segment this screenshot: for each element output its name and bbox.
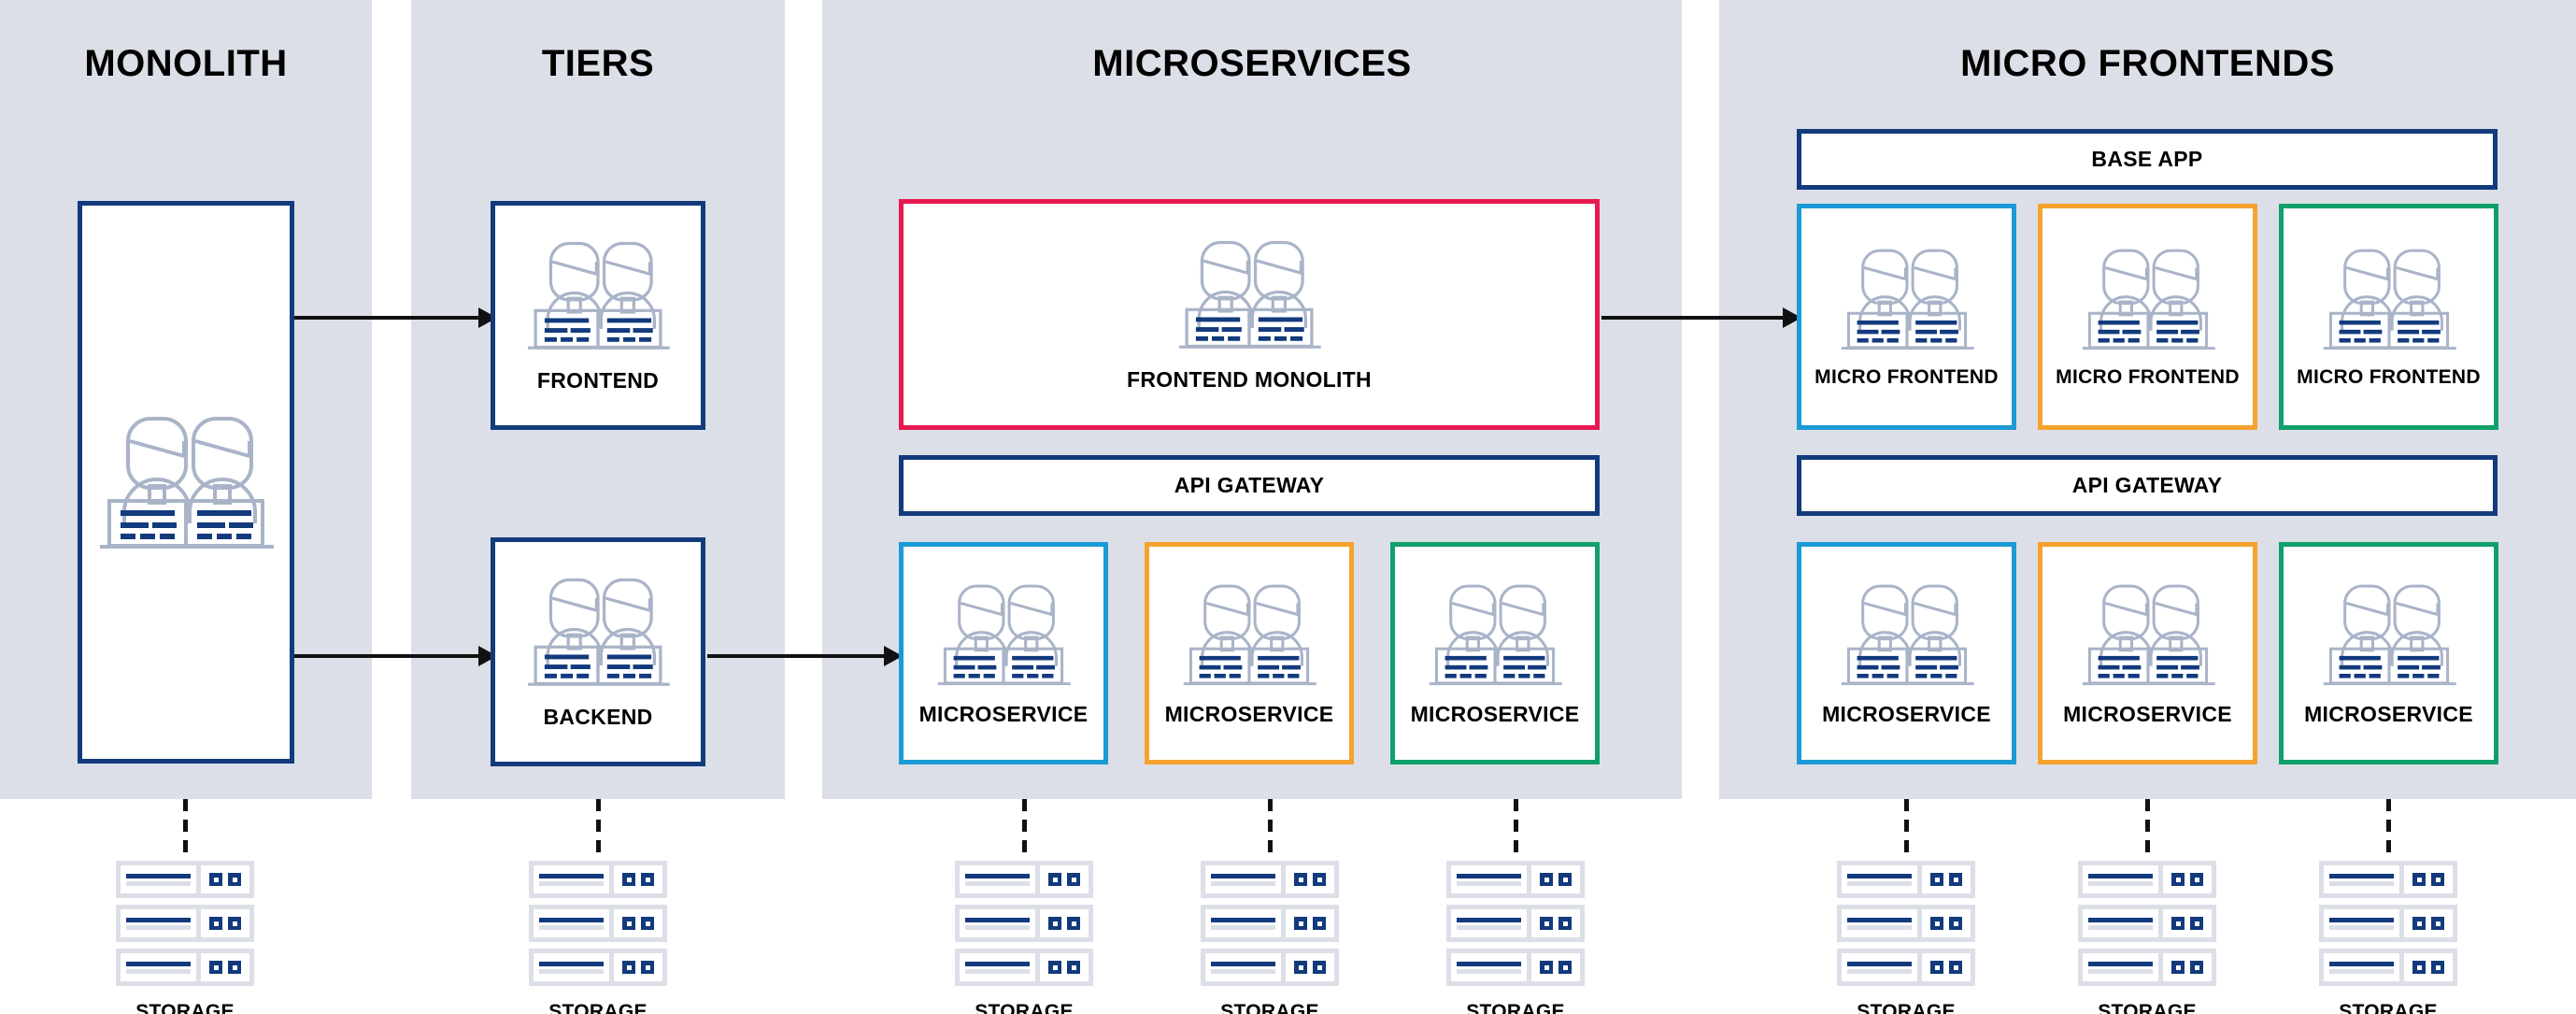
storage-microservice-1: STORAGE	[935, 799, 1113, 1014]
microservice-label: MICROSERVICE	[2063, 701, 2232, 726]
micro-frontend-box-3[interactable]: MICRO FRONTEND	[2279, 204, 2498, 430]
api-gateway-microservices[interactable]: API GATEWAY	[899, 455, 1600, 516]
people-at-desk-icon	[2078, 245, 2218, 353]
storage-label: STORAGE	[975, 1001, 1074, 1014]
people-at-desk-icon	[1837, 580, 1977, 689]
mf-microservice-box-2[interactable]: MICROSERVICE	[2038, 542, 2257, 764]
arrow-right-icon	[707, 654, 901, 658]
micro-frontend-label: MICRO FRONTEND	[1815, 366, 1999, 388]
storage-label: STORAGE	[2098, 1001, 2197, 1014]
micro-frontend-label: MICRO FRONTEND	[2056, 366, 2240, 388]
arrow-right-icon	[294, 654, 495, 658]
frontend-monolith-box[interactable]: FRONTEND MONOLITH	[899, 199, 1600, 430]
server-rack-icon	[2319, 861, 2457, 986]
api-gateway-label: API GATEWAY	[2071, 473, 2223, 497]
people-at-desk-icon	[2078, 580, 2218, 689]
storage-microservice-3: STORAGE	[1427, 799, 1604, 1014]
people-at-desk-icon	[1179, 580, 1319, 689]
people-at-desk-icon	[2319, 580, 2459, 689]
server-rack-icon	[1446, 861, 1585, 986]
dashed-connector-icon	[1021, 799, 1027, 855]
dashed-connector-icon	[2385, 799, 2391, 855]
server-rack-icon	[1201, 861, 1339, 986]
monolith-box[interactable]	[78, 201, 294, 764]
storage-label: STORAGE	[1857, 1001, 1956, 1014]
people-at-desk-icon	[1174, 236, 1324, 352]
dashed-connector-icon	[595, 799, 601, 855]
storage-microservice-2: STORAGE	[1181, 799, 1359, 1014]
dashed-connector-icon	[1513, 799, 1518, 855]
arrow-right-icon	[294, 316, 495, 320]
dashed-connector-icon	[1903, 799, 1909, 855]
section-title-monolith: MONOLITH	[84, 43, 288, 84]
tiers-frontend-label: FRONTEND	[536, 368, 660, 393]
microservice-label: MICROSERVICE	[918, 701, 1089, 726]
people-at-desk-icon	[2319, 245, 2459, 353]
microservice-box-2[interactable]: MICROSERVICE	[1145, 542, 1354, 764]
server-rack-icon	[2078, 861, 2216, 986]
storage-label: STORAGE	[135, 1001, 235, 1014]
storage-monolith: STORAGE	[96, 799, 274, 1014]
people-at-desk-icon	[1425, 580, 1565, 689]
section-title-microfrontends: MICRO FRONTENDS	[1960, 43, 2335, 84]
base-app-bar[interactable]: BASE APP	[1797, 129, 2498, 190]
storage-mf-1: STORAGE	[1817, 799, 1995, 1014]
microservice-label: MICROSERVICE	[1822, 701, 1991, 726]
frontend-monolith-label: FRONTEND MONOLITH	[1127, 367, 1372, 392]
tiers-frontend-box[interactable]: FRONTEND	[491, 201, 705, 430]
dashed-connector-icon	[1267, 799, 1273, 855]
people-at-desk-icon	[523, 237, 673, 353]
tiers-backend-box[interactable]: BACKEND	[491, 537, 705, 766]
mf-microservice-box-3[interactable]: MICROSERVICE	[2279, 542, 2498, 764]
server-rack-icon	[1837, 861, 1975, 986]
storage-label: STORAGE	[1220, 1001, 1319, 1014]
mf-microservice-box-1[interactable]: MICROSERVICE	[1797, 542, 2016, 764]
base-app-label: BASE APP	[2091, 147, 2203, 171]
api-gateway-microfrontends[interactable]: API GATEWAY	[1797, 455, 2498, 516]
section-title-tiers: TIERS	[541, 43, 655, 84]
people-at-desk-icon	[94, 411, 278, 553]
section-title-microservices: MICROSERVICES	[1092, 43, 1412, 84]
server-rack-icon	[955, 861, 1093, 986]
storage-mf-3: STORAGE	[2299, 799, 2477, 1014]
tiers-backend-label: BACKEND	[543, 705, 653, 729]
storage-label: STORAGE	[548, 1001, 648, 1014]
micro-frontend-box-1[interactable]: MICRO FRONTEND	[1797, 204, 2016, 430]
people-at-desk-icon	[523, 574, 673, 690]
arrow-right-icon	[1601, 316, 1800, 320]
storage-label: STORAGE	[2339, 1001, 2438, 1014]
microservice-label: MICROSERVICE	[1410, 701, 1580, 726]
people-at-desk-icon	[933, 580, 1074, 689]
server-rack-icon	[529, 861, 667, 986]
server-rack-icon	[116, 861, 254, 986]
storage-label: STORAGE	[1466, 1001, 1565, 1014]
microservice-box-3[interactable]: MICROSERVICE	[1390, 542, 1600, 764]
micro-frontend-box-2[interactable]: MICRO FRONTEND	[2038, 204, 2257, 430]
storage-tiers: STORAGE	[509, 799, 687, 1014]
architecture-diagram: MONOLITH TIERS MICROSERVICES MICRO FRONT…	[0, 0, 2576, 1014]
dashed-connector-icon	[2144, 799, 2150, 855]
storage-mf-2: STORAGE	[2058, 799, 2236, 1014]
microservice-box-1[interactable]: MICROSERVICE	[899, 542, 1108, 764]
micro-frontend-label: MICRO FRONTEND	[2297, 366, 2481, 388]
microservice-label: MICROSERVICE	[2304, 701, 2473, 726]
microservice-label: MICROSERVICE	[1164, 701, 1334, 726]
people-at-desk-icon	[1837, 245, 1977, 353]
dashed-connector-icon	[182, 799, 188, 855]
api-gateway-label: API GATEWAY	[1174, 473, 1325, 497]
